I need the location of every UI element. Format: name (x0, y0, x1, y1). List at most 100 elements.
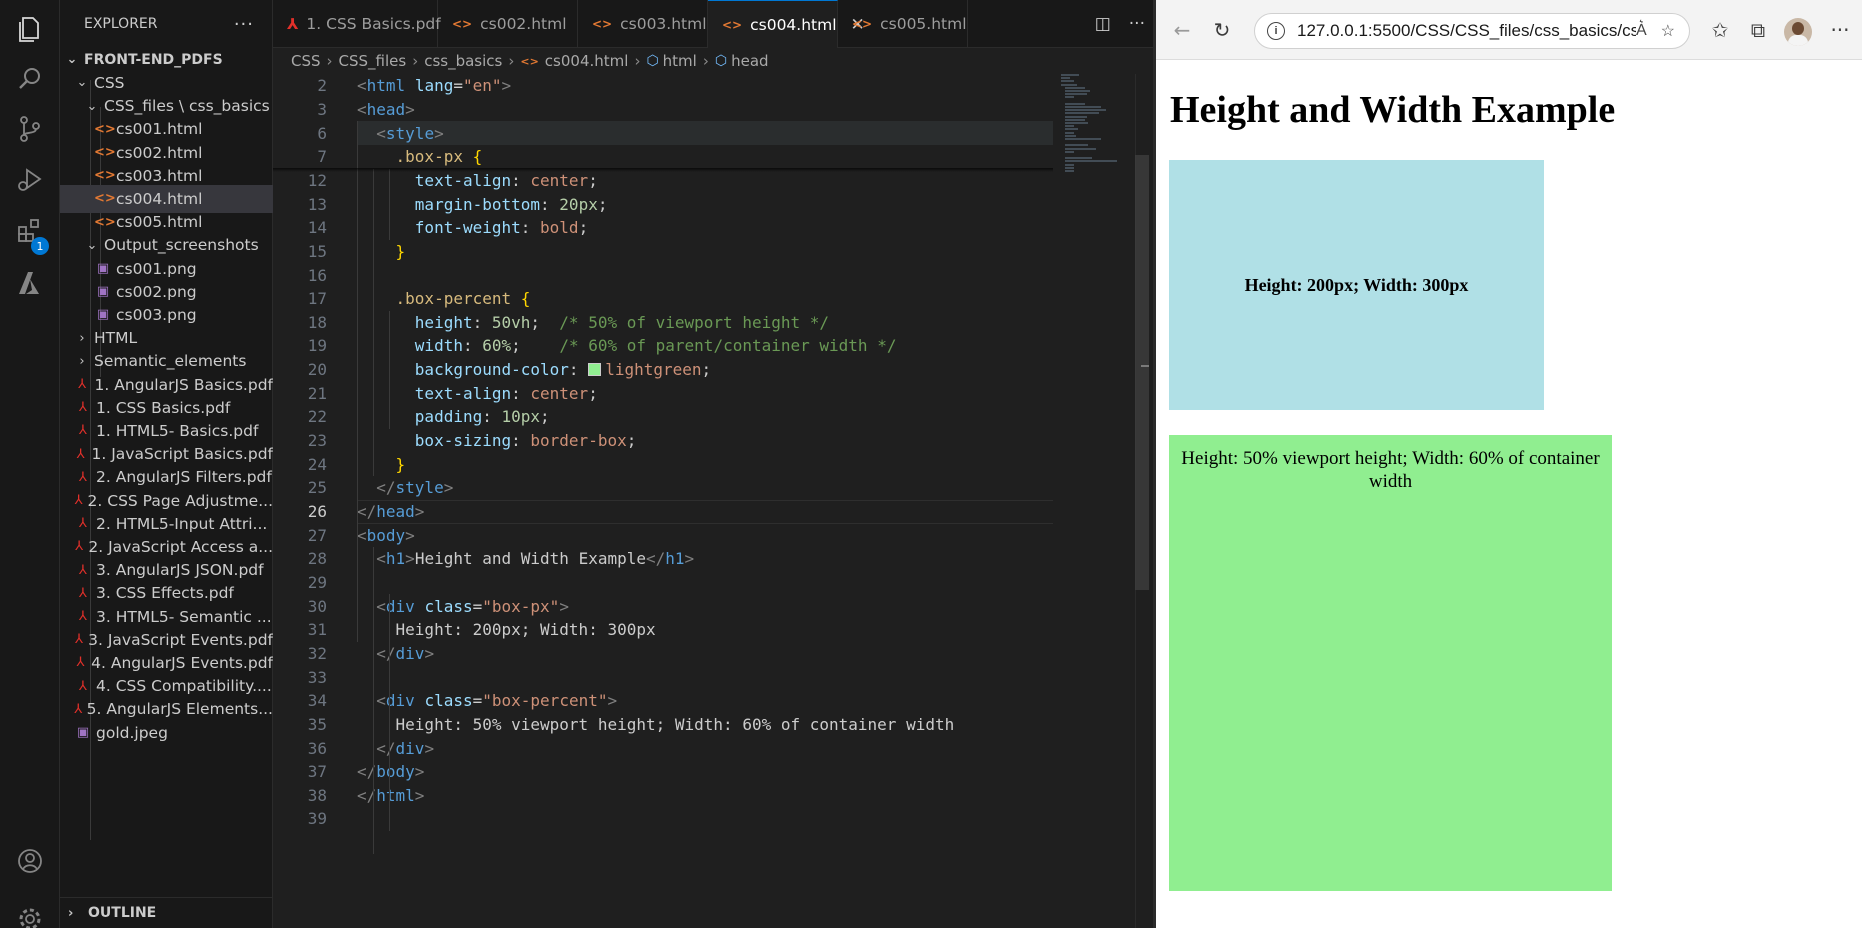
explorer-more-icon[interactable]: ··· (234, 14, 254, 35)
minimap-line (1065, 86, 1085, 89)
minimap-line (1065, 122, 1089, 124)
code-token: > (424, 738, 435, 758)
run-debug-icon[interactable] (0, 150, 60, 208)
code-line[interactable]: 25 </style> (273, 476, 1053, 500)
code-line[interactable]: 14 font-weight: bold; (273, 216, 1053, 240)
tree-item-label: 5. AngularJS Elements... (86, 700, 273, 719)
code-line[interactable]: 28 <h1>Height and Width Example</h1> (273, 547, 1053, 571)
editor-tab[interactable]: <> cs004.html ✕ (708, 0, 865, 48)
tree-item[interactable]: ▣ gold.jpeg (60, 719, 273, 747)
code-line[interactable]: 3 <head> (273, 98, 1053, 122)
code-token: Height and Width Example (414, 549, 646, 569)
code-line[interactable]: 6 <style> (273, 121, 1053, 145)
favorites-icon[interactable]: ✩ (1708, 18, 1732, 42)
line-number: 35 (307, 714, 327, 734)
breadcrumb-item[interactable]: head (731, 52, 768, 70)
code-line[interactable]: 38 </html> (273, 784, 1053, 808)
code-line[interactable]: 29 (273, 571, 1053, 595)
indent-guide (357, 121, 358, 642)
code-line[interactable]: 31 Height: 200px; Width: 300px (273, 618, 1053, 642)
refresh-icon[interactable]: ↻ (1210, 18, 1234, 42)
breadcrumb-item[interactable]: cs004.html (545, 52, 629, 70)
code-token: </ (376, 738, 396, 758)
code-line[interactable]: 22 padding: 10px; (273, 405, 1053, 429)
color-swatch-icon[interactable] (588, 363, 602, 377)
code-line[interactable]: 17 .box-percent { (273, 287, 1053, 311)
tree-item-label: 3. AngularJS JSON.pdf (96, 561, 264, 580)
back-arrow-icon[interactable]: ← (1170, 18, 1194, 42)
code-token: margin-bottom (414, 194, 541, 214)
code-line[interactable]: 34 <div class="box-percent"> (273, 689, 1053, 713)
code-token: </ (357, 502, 377, 522)
code-line[interactable]: 13 margin-bottom: 20px; (273, 192, 1053, 216)
editor-more-icon[interactable]: ··· (1129, 14, 1145, 34)
code-line[interactable]: 35 Height: 50% viewport height; Width: 6… (273, 713, 1053, 737)
outline-section[interactable]: › OUTLINE (60, 897, 273, 928)
code-line[interactable]: 18 height: 50vh; /* 50% of viewport heig… (273, 311, 1053, 335)
code-line[interactable]: 2 <html lang="en"> (273, 74, 1053, 98)
explorer-header: EXPLORER ··· (60, 0, 272, 48)
breadcrumb-item[interactable]: CSS (291, 52, 321, 70)
code-token: /* 60% of parent/container width */ (559, 336, 897, 356)
code-line[interactable]: 16 (273, 263, 1053, 287)
minimap-line (1065, 90, 1091, 92)
code-line[interactable]: 37 </body> (273, 760, 1053, 784)
account-icon[interactable] (0, 832, 60, 890)
extensions-badge: 1 (31, 237, 49, 255)
browser-more-icon[interactable]: ··· (1828, 18, 1852, 42)
address-bar[interactable]: i 127.0.0.1:5500/CSS/CSS_files/css_basic… (1254, 13, 1690, 49)
breadcrumb-item[interactable]: html (663, 52, 697, 70)
explorer-title: EXPLORER (84, 16, 158, 32)
code-line[interactable]: 21 text-align: center; (273, 381, 1053, 405)
minimap[interactable] (1059, 74, 1139, 194)
code-token: 10px (501, 407, 541, 427)
editor-tab[interactable]: <> cs003.html (578, 0, 708, 48)
code-token: text-align (414, 383, 512, 403)
url-text[interactable]: 127.0.0.1:5500/CSS/CSS_files/css_basics/… (1297, 21, 1636, 41)
code-line[interactable]: 15 } (273, 240, 1053, 264)
code-line[interactable]: 30 <div class="box-px"> (273, 594, 1053, 618)
code-line[interactable]: 7 .box-px { (273, 145, 1053, 169)
tree-item-label: Output_screenshots (104, 236, 259, 255)
code-line[interactable]: 27 <body> (273, 523, 1053, 547)
code-line[interactable]: 23 box-sizing: border-box; (273, 429, 1053, 453)
line-number: 6 (317, 123, 327, 143)
pdf-file-icon: ⅄ (74, 701, 83, 717)
minimap-line (1065, 106, 1101, 108)
code-line[interactable]: 12 text-align: center; (273, 169, 1053, 193)
collections-icon[interactable]: ⧉ (1746, 18, 1770, 42)
code-line[interactable]: 39 (273, 807, 1053, 831)
code-line[interactable]: 36 </div> (273, 736, 1053, 760)
read-aloud-icon[interactable]: A͛ (1636, 22, 1647, 40)
code-line[interactable]: 32 </div> (273, 642, 1053, 666)
azure-icon[interactable] (0, 254, 60, 312)
editor-tab[interactable]: <> cs005.html (838, 0, 968, 48)
code-line[interactable]: 33 (273, 665, 1053, 689)
code-line[interactable]: 26 </head> (273, 500, 1053, 524)
code-token: height (414, 312, 473, 332)
favorite-star-icon[interactable]: ☆ (1661, 21, 1675, 41)
breadcrumb-item[interactable]: css_basics (424, 52, 502, 70)
editor-scrollbar-thumb[interactable] (1135, 155, 1149, 590)
html-file-icon: <> (94, 121, 116, 137)
avatar[interactable] (1784, 18, 1812, 46)
breadcrumb-item[interactable]: CSS_files (339, 52, 407, 70)
chevron-down-icon: ⌄ (66, 52, 78, 68)
editor-tab[interactable]: <> cs002.html (438, 0, 578, 48)
code-line[interactable]: 24 } (273, 452, 1053, 476)
extensions-icon[interactable]: 1 (0, 202, 60, 260)
editor-tab[interactable]: ⅄ 1. CSS Basics.pdf (273, 0, 441, 48)
code-line[interactable]: 20 background-color: lightgreen; (273, 358, 1053, 382)
page-viewport: Height and Width Example Height: 200px; … (1156, 60, 1862, 928)
code-token: 20px (559, 194, 598, 214)
minimap-line (1065, 138, 1101, 140)
code-line[interactable]: 19 width: 60%; /* 60% of parent/containe… (273, 334, 1053, 358)
site-info-icon[interactable]: i (1267, 22, 1285, 40)
split-editor-icon[interactable]: ◫ (1095, 14, 1111, 34)
minimap-line (1065, 166, 1074, 169)
minimap-line (1065, 131, 1074, 134)
settings-gear-icon[interactable] (0, 890, 60, 928)
